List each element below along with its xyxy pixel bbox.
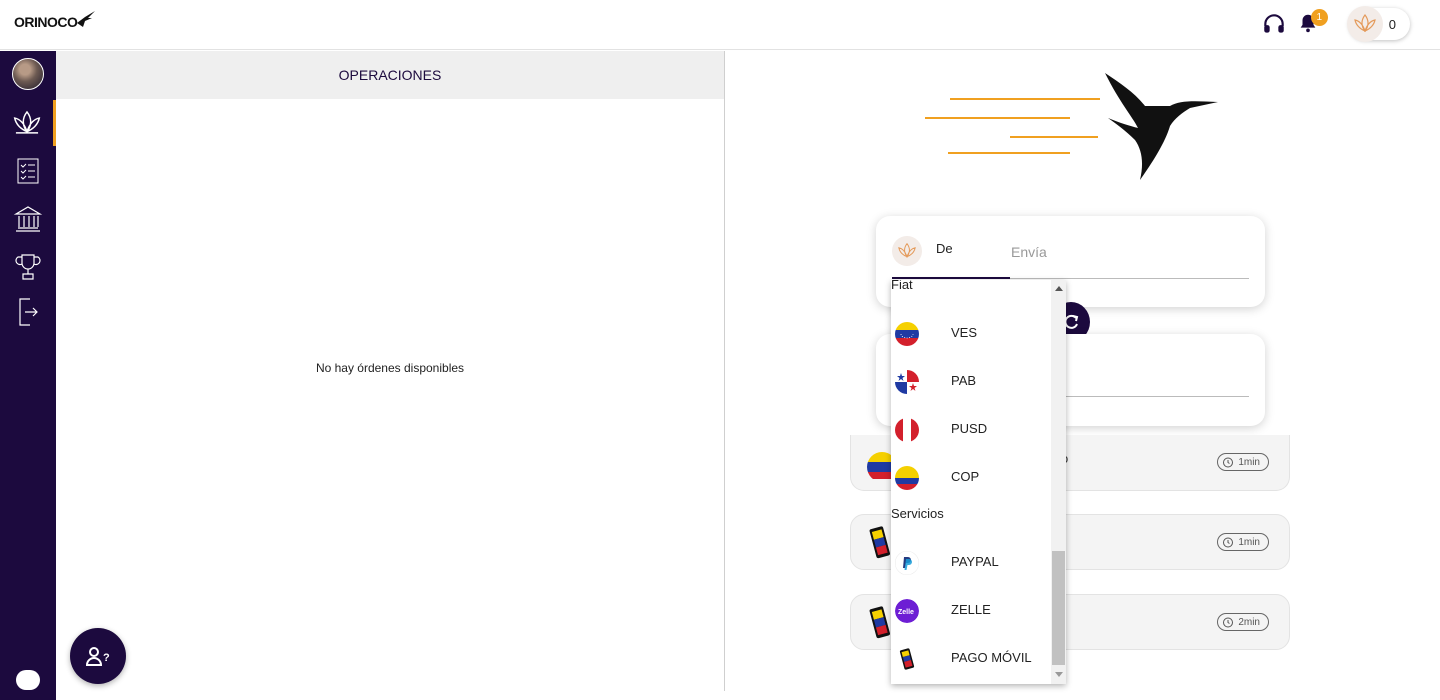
svg-text:Zelle: Zelle — [898, 609, 914, 616]
scroll-thumb[interactable] — [1052, 551, 1065, 665]
lotus-avatar — [1346, 6, 1383, 42]
hummingbird-illustration — [925, 73, 1218, 180]
tab-from[interactable]: De — [892, 236, 953, 266]
bank-icon — [13, 206, 43, 232]
user-balance-chip[interactable]: 0 — [1346, 6, 1410, 42]
tab-send[interactable]: Envía — [1011, 244, 1047, 260]
option-cop[interactable]: COP — [891, 456, 1051, 500]
field-underline — [1066, 396, 1249, 397]
alarm-clock-icon — [1223, 457, 1234, 468]
sidebar — [0, 51, 56, 700]
tab-active-indicator — [892, 277, 1010, 279]
group-label-fiat: Fiat — [891, 280, 913, 292]
sidebar-item-bank[interactable] — [0, 196, 56, 242]
checklist-icon — [17, 158, 39, 184]
currency-dropdown[interactable]: Fiat VES PAB PUSD COP Servicios PAYPAL Z… — [891, 280, 1066, 684]
option-label: COP — [951, 469, 980, 484]
balance-count: 0 — [1388, 16, 1396, 32]
option-pago-movil[interactable]: PAGO MÓVIL — [891, 637, 1051, 681]
venezuela-flag-icon — [895, 322, 919, 346]
time-label: 1min — [1238, 456, 1260, 468]
logout-icon — [19, 298, 38, 326]
scroll-up-arrow[interactable] — [1055, 286, 1063, 291]
option-paypal[interactable]: PAYPAL — [891, 541, 1051, 585]
operations-panel: OPERACIONES No hay órdenes disponibles — [56, 51, 725, 691]
alarm-clock-icon — [1223, 537, 1234, 548]
operations-title: OPERACIONES — [56, 51, 724, 99]
alarm-clock-icon — [1223, 617, 1234, 628]
colombia-flag-icon — [895, 466, 919, 490]
sidebar-profile[interactable] — [0, 51, 56, 97]
trophy-icon — [15, 254, 41, 280]
lotus-avatar — [892, 236, 922, 266]
option-label: PAB — [951, 373, 977, 388]
option-zelle[interactable]: Zelle ZELLE — [891, 589, 1051, 633]
option-label: PAYPAL — [951, 554, 999, 569]
sidebar-item-logout[interactable] — [0, 289, 56, 335]
sidebar-item-rewards[interactable] — [0, 244, 56, 290]
headset-support-icon[interactable] — [1261, 11, 1287, 37]
tab-from-label: De — [936, 240, 953, 256]
svg-text:?: ? — [103, 652, 110, 664]
option-pusd[interactable]: PUSD — [891, 408, 1051, 452]
empty-orders-message: No hay órdenes disponibles — [315, 361, 465, 375]
lotus-icon — [13, 110, 40, 134]
orinoco-logo[interactable]: ORINOCO — [14, 11, 97, 30]
top-bar: ORINOCO 1 0 — [0, 0, 1440, 50]
zelle-icon: Zelle — [895, 599, 919, 623]
theme-toggle[interactable] — [16, 670, 40, 690]
time-badge: 2min — [1217, 613, 1269, 631]
option-label: PUSD — [951, 421, 988, 436]
notification-badge: 1 — [1310, 9, 1328, 26]
help-button[interactable]: ? — [70, 628, 126, 684]
time-label: 1min — [1238, 536, 1260, 548]
time-label: 2min — [1238, 616, 1260, 628]
group-label-services: Servicios — [891, 506, 944, 521]
dropdown-scrollbar[interactable] — [1051, 280, 1066, 684]
phone-flag-icon — [899, 648, 915, 670]
time-badge: 1min — [1217, 533, 1269, 551]
paypal-icon — [895, 551, 919, 575]
option-ves[interactable]: VES — [891, 312, 1051, 356]
brand-name: ORINOCO — [14, 14, 78, 30]
lotus-icon — [898, 242, 916, 258]
profile-avatar — [12, 58, 44, 90]
scroll-down-arrow[interactable] — [1055, 672, 1063, 677]
sidebar-item-exchange[interactable] — [0, 100, 56, 146]
hummingbird-logo-icon — [77, 11, 96, 27]
sidebar-item-orders[interactable] — [0, 148, 56, 194]
option-label: VES — [951, 325, 978, 340]
time-badge: 1min — [1217, 453, 1269, 471]
user-question-icon: ? — [85, 647, 110, 666]
option-pab[interactable]: PAB — [891, 360, 1051, 404]
option-label: ZELLE — [951, 602, 991, 617]
peru-flag-icon — [895, 418, 919, 442]
option-label: PAGO MÓVIL — [951, 650, 1032, 665]
panama-flag-icon — [895, 370, 919, 394]
notifications-button[interactable]: 1 — [1297, 9, 1328, 37]
lotus-icon — [1354, 14, 1376, 33]
